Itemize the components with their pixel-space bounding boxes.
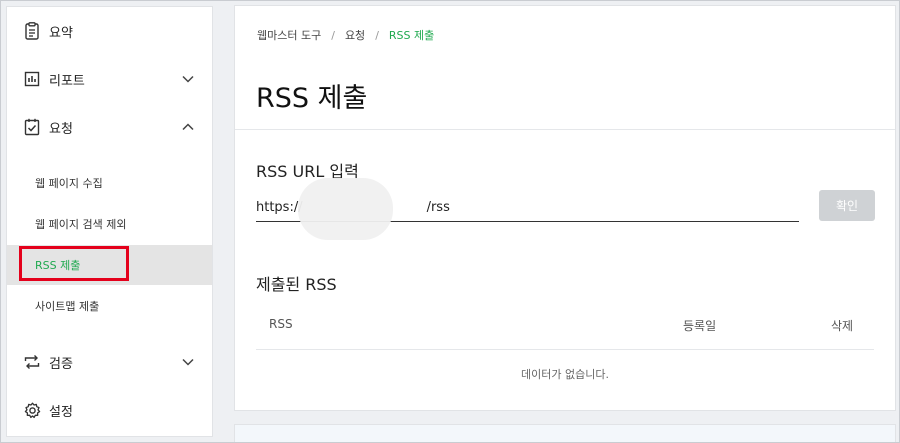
report-chart-icon [23,70,41,88]
section-divider [235,129,895,130]
nav-item-verify[interactable]: 검증 [7,342,212,382]
table-divider [256,349,874,350]
empty-state-text: 데이터가 없습니다. [521,368,609,381]
table-header: RSS 등록일 삭제 [256,317,874,337]
nav-item-summary[interactable]: 요약 [7,11,212,51]
summary-doc-icon [23,22,41,40]
sub-label-page-collect: 웹 페이지 수집 [35,177,103,190]
column-header-rss: RSS [269,317,293,331]
breadcrumb-separator: / [331,28,335,42]
sub-item-page-exclude[interactable]: 웹 페이지 검색 제외 [7,204,212,244]
sub-label-page-exclude: 웹 페이지 검색 제외 [35,218,127,231]
sub-item-page-collect[interactable]: 웹 페이지 수집 [7,163,212,203]
sub-label-sitemap-submit: 사이트맵 제출 [35,300,100,313]
chevron-down-icon[interactable] [180,71,196,87]
breadcrumb-separator: / [375,28,379,42]
breadcrumb: 웹마스터 도구 / 요청 / RSS 제출 [257,27,434,43]
submitted-rss-title: 제출된 RSS [256,275,337,294]
nav-label-verify: 검증 [49,356,73,372]
breadcrumb-item-request[interactable]: 요청 [345,27,365,43]
nav-label-settings: 설정 [49,404,73,420]
column-header-delete: 삭제 [831,319,854,333]
chevron-down-icon[interactable] [180,354,196,370]
nav-item-report[interactable]: 리포트 [7,59,212,99]
sidebar: 요약 리포트 요청 웹 페이지 수집 웹 페이지 검색 제외 RSS 제출 사이… [6,6,213,437]
chevron-up-icon[interactable] [180,119,196,135]
breadcrumb-item-webmaster[interactable]: 웹마스터 도구 [257,27,321,43]
nav-item-request[interactable]: 요청 [7,107,212,147]
nav-label-report: 리포트 [49,73,85,89]
redacted-region [298,178,393,240]
next-panel-edge [234,424,896,443]
nav-item-settings[interactable]: 설정 [7,390,212,430]
nav-label-summary: 요약 [49,25,73,41]
settings-gear-icon [23,401,41,419]
main-panel: 웹마스터 도구 / 요청 / RSS 제출 RSS 제출 RSS URL 입력 … [234,5,896,411]
page-title: RSS 제출 [256,83,368,114]
annotation-highlight-box [19,246,129,281]
breadcrumb-item-current: RSS 제출 [388,29,435,42]
confirm-button[interactable]: 확인 [819,190,875,221]
nav-label-request: 요청 [49,121,73,137]
column-header-date: 등록일 [683,319,717,333]
request-clipboard-icon [23,118,41,136]
verify-arrows-icon [23,353,41,371]
sub-item-sitemap-submit[interactable]: 사이트맵 제출 [7,286,212,326]
